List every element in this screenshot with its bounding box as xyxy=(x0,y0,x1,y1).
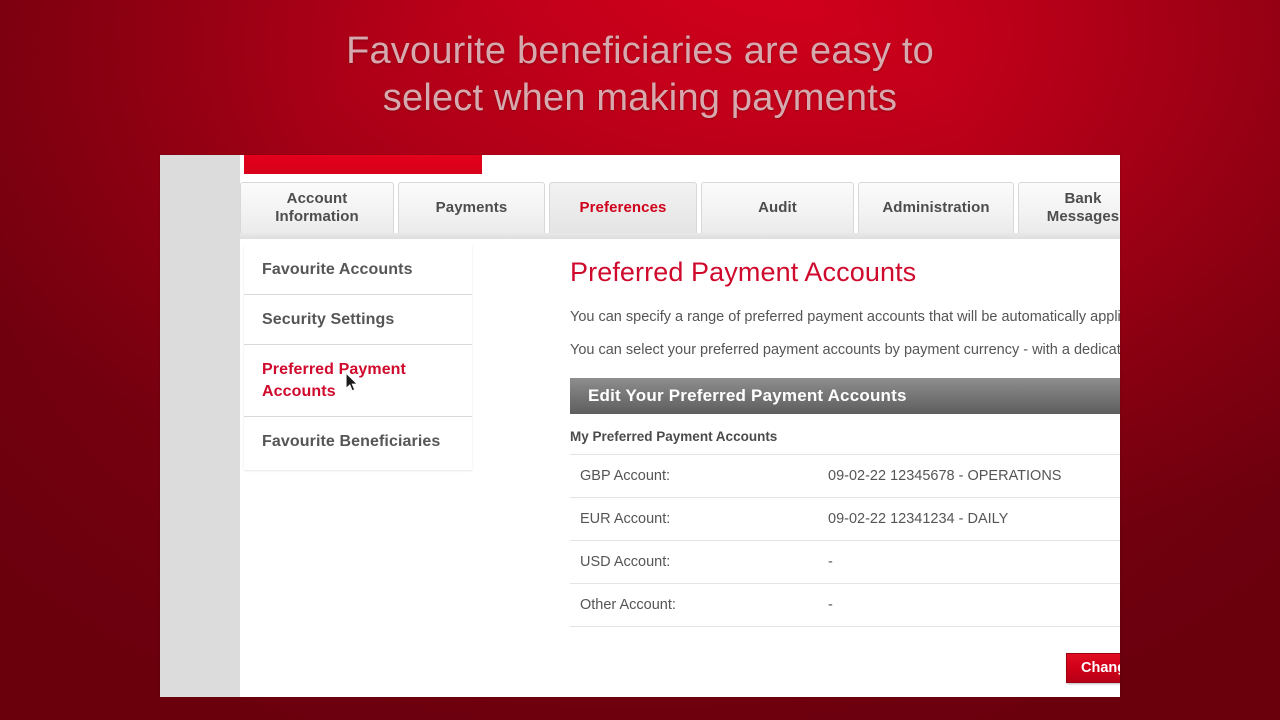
section-header-bar: Edit Your Preferred Payment Accounts xyxy=(570,378,1120,414)
tab-label: Audit xyxy=(758,199,797,216)
intro-paragraph-2: You can select your preferred payment ac… xyxy=(570,342,1120,358)
table-row: Other Account: - xyxy=(570,583,1120,627)
sidebar-item-label: Favourite Beneficiaries xyxy=(262,433,441,450)
table-subheading: My Preferred Payment Accounts xyxy=(570,429,778,444)
intro-paragraph-1: You can specify a range of preferred pay… xyxy=(570,309,1120,325)
account-label: EUR Account: xyxy=(580,511,671,527)
brand-banner xyxy=(244,155,482,174)
tab-audit[interactable]: Audit xyxy=(701,182,854,233)
sidebar-item-security-settings[interactable]: Security Settings xyxy=(244,295,472,345)
button-label: Change Preferred Payment Accounts xyxy=(1081,660,1120,676)
caption-line-2: select when making payments xyxy=(382,77,898,119)
account-label: USD Account: xyxy=(580,554,671,570)
tab-label: Payments xyxy=(435,199,508,216)
sidebar-item-preferred-payment-accounts[interactable]: Preferred Payment Accounts xyxy=(244,345,472,417)
browser-window: Account Information Payments Preferences … xyxy=(160,155,1120,697)
tab-label: Account Information xyxy=(275,190,359,225)
preferred-accounts-table: GBP Account: 09-02-22 12345678 - OPERATI… xyxy=(570,454,1120,627)
video-caption: Favourite beneficiaries are easy to sele… xyxy=(0,28,1280,122)
action-row: Change Preferred Payment Accounts xyxy=(570,653,1120,685)
section-header-label: Edit Your Preferred Payment Accounts xyxy=(588,386,907,405)
account-value: 09-02-22 12341234 - DAILY xyxy=(828,511,1009,527)
tab-bank-messages[interactable]: Bank Messages xyxy=(1018,182,1120,233)
tab-administration[interactable]: Administration xyxy=(858,182,1014,233)
change-preferred-payment-accounts-button[interactable]: Change Preferred Payment Accounts xyxy=(1066,653,1120,683)
account-label: GBP Account: xyxy=(580,468,671,484)
tab-label: Bank Messages xyxy=(1046,190,1120,225)
sidebar-item-label: Preferred Payment Accounts xyxy=(262,361,406,400)
tab-account-information[interactable]: Account Information xyxy=(240,182,394,233)
tab-bar-underline xyxy=(240,233,1120,239)
account-value: - xyxy=(828,554,833,570)
table-row: GBP Account: 09-02-22 12345678 - OPERATI… xyxy=(570,454,1120,498)
page-title: Preferred Payment Accounts xyxy=(570,257,917,287)
preferences-sidebar: Favourite Accounts Security Settings Pre… xyxy=(244,245,472,470)
table-row: USD Account: - xyxy=(570,540,1120,584)
tab-payments[interactable]: Payments xyxy=(398,182,545,233)
page-content: Account Information Payments Preferences … xyxy=(240,155,1120,697)
tab-preferences[interactable]: Preferences xyxy=(549,182,697,233)
main-content: Preferred Payment Accounts You can speci… xyxy=(488,245,1120,685)
table-row: EUR Account: 09-02-22 12341234 - DAILY xyxy=(570,497,1120,541)
sidebar-item-label: Security Settings xyxy=(262,311,395,328)
main-tab-bar: Account Information Payments Preferences … xyxy=(240,182,1120,237)
caption-line-1: Favourite beneficiaries are easy to xyxy=(346,30,934,72)
account-value: 09-02-22 12345678 - OPERATIONS xyxy=(828,468,1062,484)
sidebar-item-favourite-beneficiaries[interactable]: Favourite Beneficiaries xyxy=(244,417,472,466)
account-value: - xyxy=(828,597,833,613)
tab-label: Preferences xyxy=(579,199,667,216)
sidebar-item-favourite-accounts[interactable]: Favourite Accounts xyxy=(244,245,472,295)
tab-label: Administration xyxy=(882,199,990,216)
account-label: Other Account: xyxy=(580,597,676,613)
page-left-gutter xyxy=(160,155,240,697)
sidebar-item-label: Favourite Accounts xyxy=(262,261,413,278)
